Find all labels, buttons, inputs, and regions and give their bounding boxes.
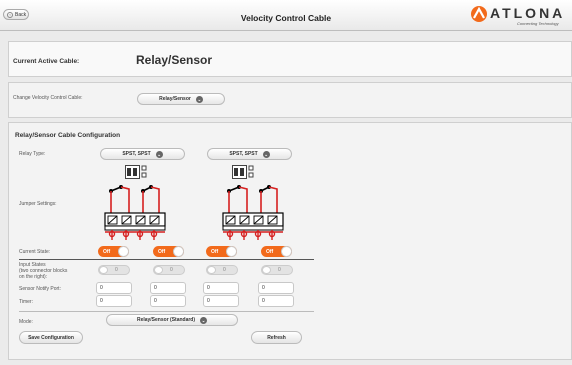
change-cable-label: Change Velocity Control Cable: [13, 95, 83, 101]
mode-label: Mode: [19, 319, 33, 325]
chevron-down-icon: ⌄ [200, 316, 208, 324]
state-toggle-2[interactable]: Off [153, 246, 184, 257]
config-title: Relay/Sensor Cable Configuration [15, 132, 121, 139]
input-states-label-line-3: on the right): [19, 274, 48, 280]
save-configuration-button[interactable]: Save Configuration [19, 331, 83, 344]
input-state-value: 0 [115, 267, 118, 273]
input-state-2: 0 [153, 265, 185, 275]
logo-text: ATLONA [490, 5, 566, 21]
toggle-knob [281, 246, 292, 257]
timer-field-3[interactable]: 0 [203, 295, 239, 307]
state-toggle-label: Off [211, 249, 219, 255]
logo-tagline: Connecting Technology [517, 21, 559, 26]
active-cable-panel: Current Active Cable: Relay/Sensor [8, 41, 572, 77]
chevron-down-icon: ⌄ [262, 150, 270, 158]
change-cable-value: Relay/Sensor [159, 96, 191, 102]
chevron-down-icon: ⌄ [195, 95, 203, 103]
sensor-notify-field-3[interactable]: 0 [203, 282, 239, 294]
sensor-notify-field-4[interactable]: 0 [258, 282, 294, 294]
jumper-settings-label: Jumper Settings: [19, 201, 57, 207]
input-state-value: 0 [170, 267, 173, 273]
mode-value: Relay/Sensor (Standard) [136, 317, 196, 323]
atlona-logo: ATLONA Connecting Technology [470, 4, 572, 30]
divider [19, 311, 314, 312]
state-toggle-4[interactable]: Off [261, 246, 292, 257]
input-state-3: 0 [206, 265, 238, 275]
state-toggle-1[interactable]: Off [98, 246, 129, 257]
jumper-icon [125, 165, 147, 179]
relay-diagram-icon [104, 185, 166, 240]
toggle-knob [173, 246, 184, 257]
change-cable-select[interactable]: Relay/Sensor ⌄ [137, 93, 225, 105]
top-bar: ‹ Back Velocity Control Cable ATLONA Con… [0, 0, 572, 31]
relay-diagram-icon [222, 185, 284, 240]
relay-type-label: Relay Type: [19, 151, 46, 157]
state-toggle-label: Off [103, 249, 111, 255]
mode-select[interactable]: Relay/Sensor (Standard) ⌄ [106, 314, 238, 326]
toggle-knob [118, 246, 129, 257]
input-state-value: 0 [278, 267, 281, 273]
jumper-icon [232, 165, 254, 179]
relay-type-value-2: SPST, SPST [229, 151, 258, 157]
relay-type-select-2[interactable]: SPST, SPST ⌄ [207, 148, 292, 160]
state-knob [262, 266, 271, 274]
input-state-4: 0 [261, 265, 293, 275]
input-state-1: 0 [98, 265, 130, 275]
input-states-label: Input States (two connector blocks on th… [19, 262, 67, 280]
state-knob [99, 266, 108, 274]
timer-field-1[interactable]: 0 [96, 295, 132, 307]
relay-type-value-1: SPST, SPST [122, 151, 151, 157]
timer-field-2[interactable]: 0 [150, 295, 186, 307]
atlona-logo-icon [471, 6, 487, 22]
refresh-button[interactable]: Refresh [251, 331, 302, 344]
state-toggle-3[interactable]: Off [206, 246, 237, 257]
sensor-notify-label: Sensor Notify Port: [19, 286, 61, 292]
relay-type-select-1[interactable]: SPST, SPST ⌄ [100, 148, 185, 160]
sensor-notify-field-1[interactable]: 0 [96, 282, 132, 294]
state-knob [207, 266, 216, 274]
timer-label: Timer: [19, 299, 33, 305]
sensor-notify-field-2[interactable]: 0 [150, 282, 186, 294]
state-knob [154, 266, 163, 274]
state-toggle-label: Off [266, 249, 274, 255]
toggle-knob [226, 246, 237, 257]
input-state-value: 0 [223, 267, 226, 273]
change-cable-panel: Change Velocity Control Cable: Relay/Sen… [8, 82, 572, 118]
chevron-down-icon: ⌄ [155, 150, 163, 158]
active-cable-label: Current Active Cable: [13, 58, 80, 65]
timer-field-4[interactable]: 0 [258, 295, 294, 307]
current-state-label: Current State: [19, 249, 51, 255]
config-panel: Relay/Sensor Cable Configuration Relay T… [8, 122, 572, 360]
active-cable-value: Relay/Sensor [136, 53, 213, 67]
state-toggle-label: Off [158, 249, 166, 255]
divider [19, 259, 314, 260]
